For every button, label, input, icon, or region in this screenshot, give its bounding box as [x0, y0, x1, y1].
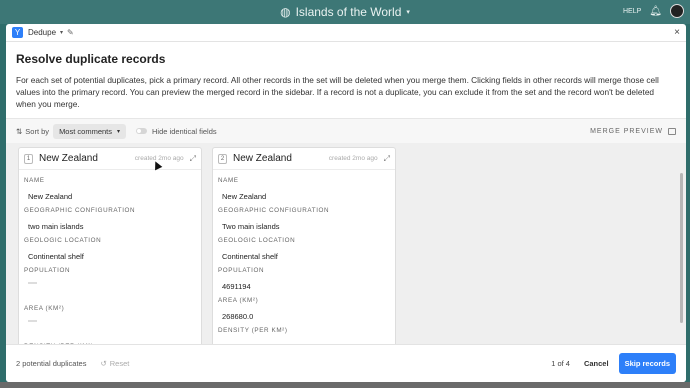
help-link[interactable]: HELP: [623, 8, 641, 15]
bell-icon[interactable]: 🔔︎: [649, 6, 662, 17]
field-value[interactable]: Continental shelf: [213, 244, 395, 261]
pager: 1 of 4: [551, 359, 570, 368]
modal-footer: 2 potential duplicates ↺ Reset 1 of 4 Ca…: [6, 344, 686, 382]
undo-icon: ↺: [100, 359, 107, 368]
base-title-label: Islands of the World: [295, 5, 402, 19]
records-area: 1 New Zealand created 2mo ago ⤢ NAME New Zeal…: [6, 143, 686, 344]
field-value[interactable]: Two main islands: [213, 214, 395, 231]
dedupe-app-icon: Y: [12, 27, 23, 38]
field-label: GEOGRAPHIC CONFIGURATION: [218, 207, 330, 214]
field-label: POPULATION: [24, 267, 71, 274]
empty-value-marker: [28, 320, 37, 322]
sort-label: Sort by: [25, 126, 50, 136]
close-icon[interactable]: ×: [674, 27, 680, 38]
reset-label: Reset: [109, 359, 130, 368]
globe-icon: ◍: [280, 5, 291, 19]
record-card-header: 1 New Zealand created 2mo ago ⤢: [19, 148, 201, 170]
record-name: New Zealand: [39, 153, 98, 164]
scrollbar[interactable]: [680, 173, 683, 323]
expand-icon[interactable]: ⤢: [190, 154, 196, 164]
field-value-empty[interactable]: [19, 282, 201, 298]
hide-identical-toggle[interactable]: [136, 128, 148, 134]
avatar[interactable]: [670, 4, 684, 18]
record-card[interactable]: 2 New Zealand created 2mo ago ⤢ NAME New Zeal…: [212, 147, 396, 344]
modal-title: Resolve duplicate records: [16, 52, 166, 66]
record-created: created 2mo ago: [328, 155, 378, 162]
sort-dropdown[interactable]: Most comments ▾: [53, 123, 127, 139]
duplicate-count: 2 potential duplicates: [16, 359, 87, 368]
app-top-bar: ◍ Islands of the World ▾ HELP 🔔︎: [0, 0, 690, 24]
empty-value-marker: [28, 282, 37, 284]
chevron-down-icon: ▾: [406, 9, 410, 16]
skip-records-button[interactable]: Skip records: [618, 353, 676, 374]
field-value[interactable]: 4691194: [213, 274, 395, 291]
field-label: NAME: [218, 177, 239, 184]
field-label: DENSITY (PER KM²): [19, 336, 201, 344]
cancel-button[interactable]: Cancel: [584, 359, 609, 368]
modal-description: For each set of potential duplicates, pi…: [16, 75, 659, 109]
reset-button[interactable]: ↺ Reset: [100, 359, 129, 368]
record-card-header: 2 New Zealand created 2mo ago ⤢: [213, 148, 395, 170]
sort-control: ⇅ Sort by: [16, 127, 49, 136]
edit-icon[interactable]: ✎: [67, 28, 74, 37]
field-label: DENSITY (PER KM²): [218, 327, 288, 334]
background-strip: [0, 382, 690, 388]
dedupe-modal: Y Dedupe ▾ ✎ × Resolve duplicate records…: [6, 24, 686, 382]
field-value-empty[interactable]: [19, 320, 201, 336]
hide-identical-label[interactable]: Hide identical fields: [152, 127, 217, 136]
sidebar-icon: [668, 127, 676, 135]
chevron-down-icon[interactable]: ▾: [60, 29, 63, 36]
field-value[interactable]: Continental shelf: [19, 244, 201, 261]
modal-top-bar: Y Dedupe ▾ ✎ ×: [6, 24, 686, 42]
record-index[interactable]: 2: [218, 153, 227, 164]
merge-preview-button[interactable]: MERGE PREVIEW: [590, 127, 676, 135]
field-label: POPULATION: [218, 267, 265, 274]
base-title[interactable]: ◍ Islands of the World ▾: [280, 5, 410, 19]
field-label: AREA (KM²): [24, 305, 65, 312]
toolbar: ⇅ Sort by Most comments ▾ Hide identical…: [6, 118, 686, 143]
field-label: AREA (KM²): [218, 297, 259, 304]
merge-preview-label: MERGE PREVIEW: [590, 127, 663, 135]
sort-dropdown-value: Most comments: [59, 126, 112, 136]
expand-icon[interactable]: ⤢: [384, 154, 390, 164]
field-value[interactable]: 268680.0: [213, 304, 395, 321]
chevron-down-icon: ▾: [117, 128, 121, 135]
app-name[interactable]: Dedupe: [28, 28, 56, 37]
record-card[interactable]: 1 New Zealand created 2mo ago ⤢ NAME New Zeal…: [18, 147, 202, 344]
field-label: GEOLOGIC LOCATION: [218, 237, 296, 244]
sort-icon: ⇅: [16, 126, 23, 136]
field-value[interactable]: two main islands: [19, 214, 201, 231]
field-value[interactable]: New Zealand: [213, 184, 395, 201]
record-name: New Zealand: [233, 153, 292, 164]
modal-header: Resolve duplicate records For each set o…: [6, 42, 686, 110]
field-label: GEOGRAPHIC CONFIGURATION: [24, 207, 136, 214]
field-value[interactable]: New Zealand: [19, 184, 201, 201]
field-label: GEOLOGIC LOCATION: [24, 237, 102, 244]
record-index[interactable]: 1: [24, 153, 33, 164]
field-label: NAME: [24, 177, 45, 184]
